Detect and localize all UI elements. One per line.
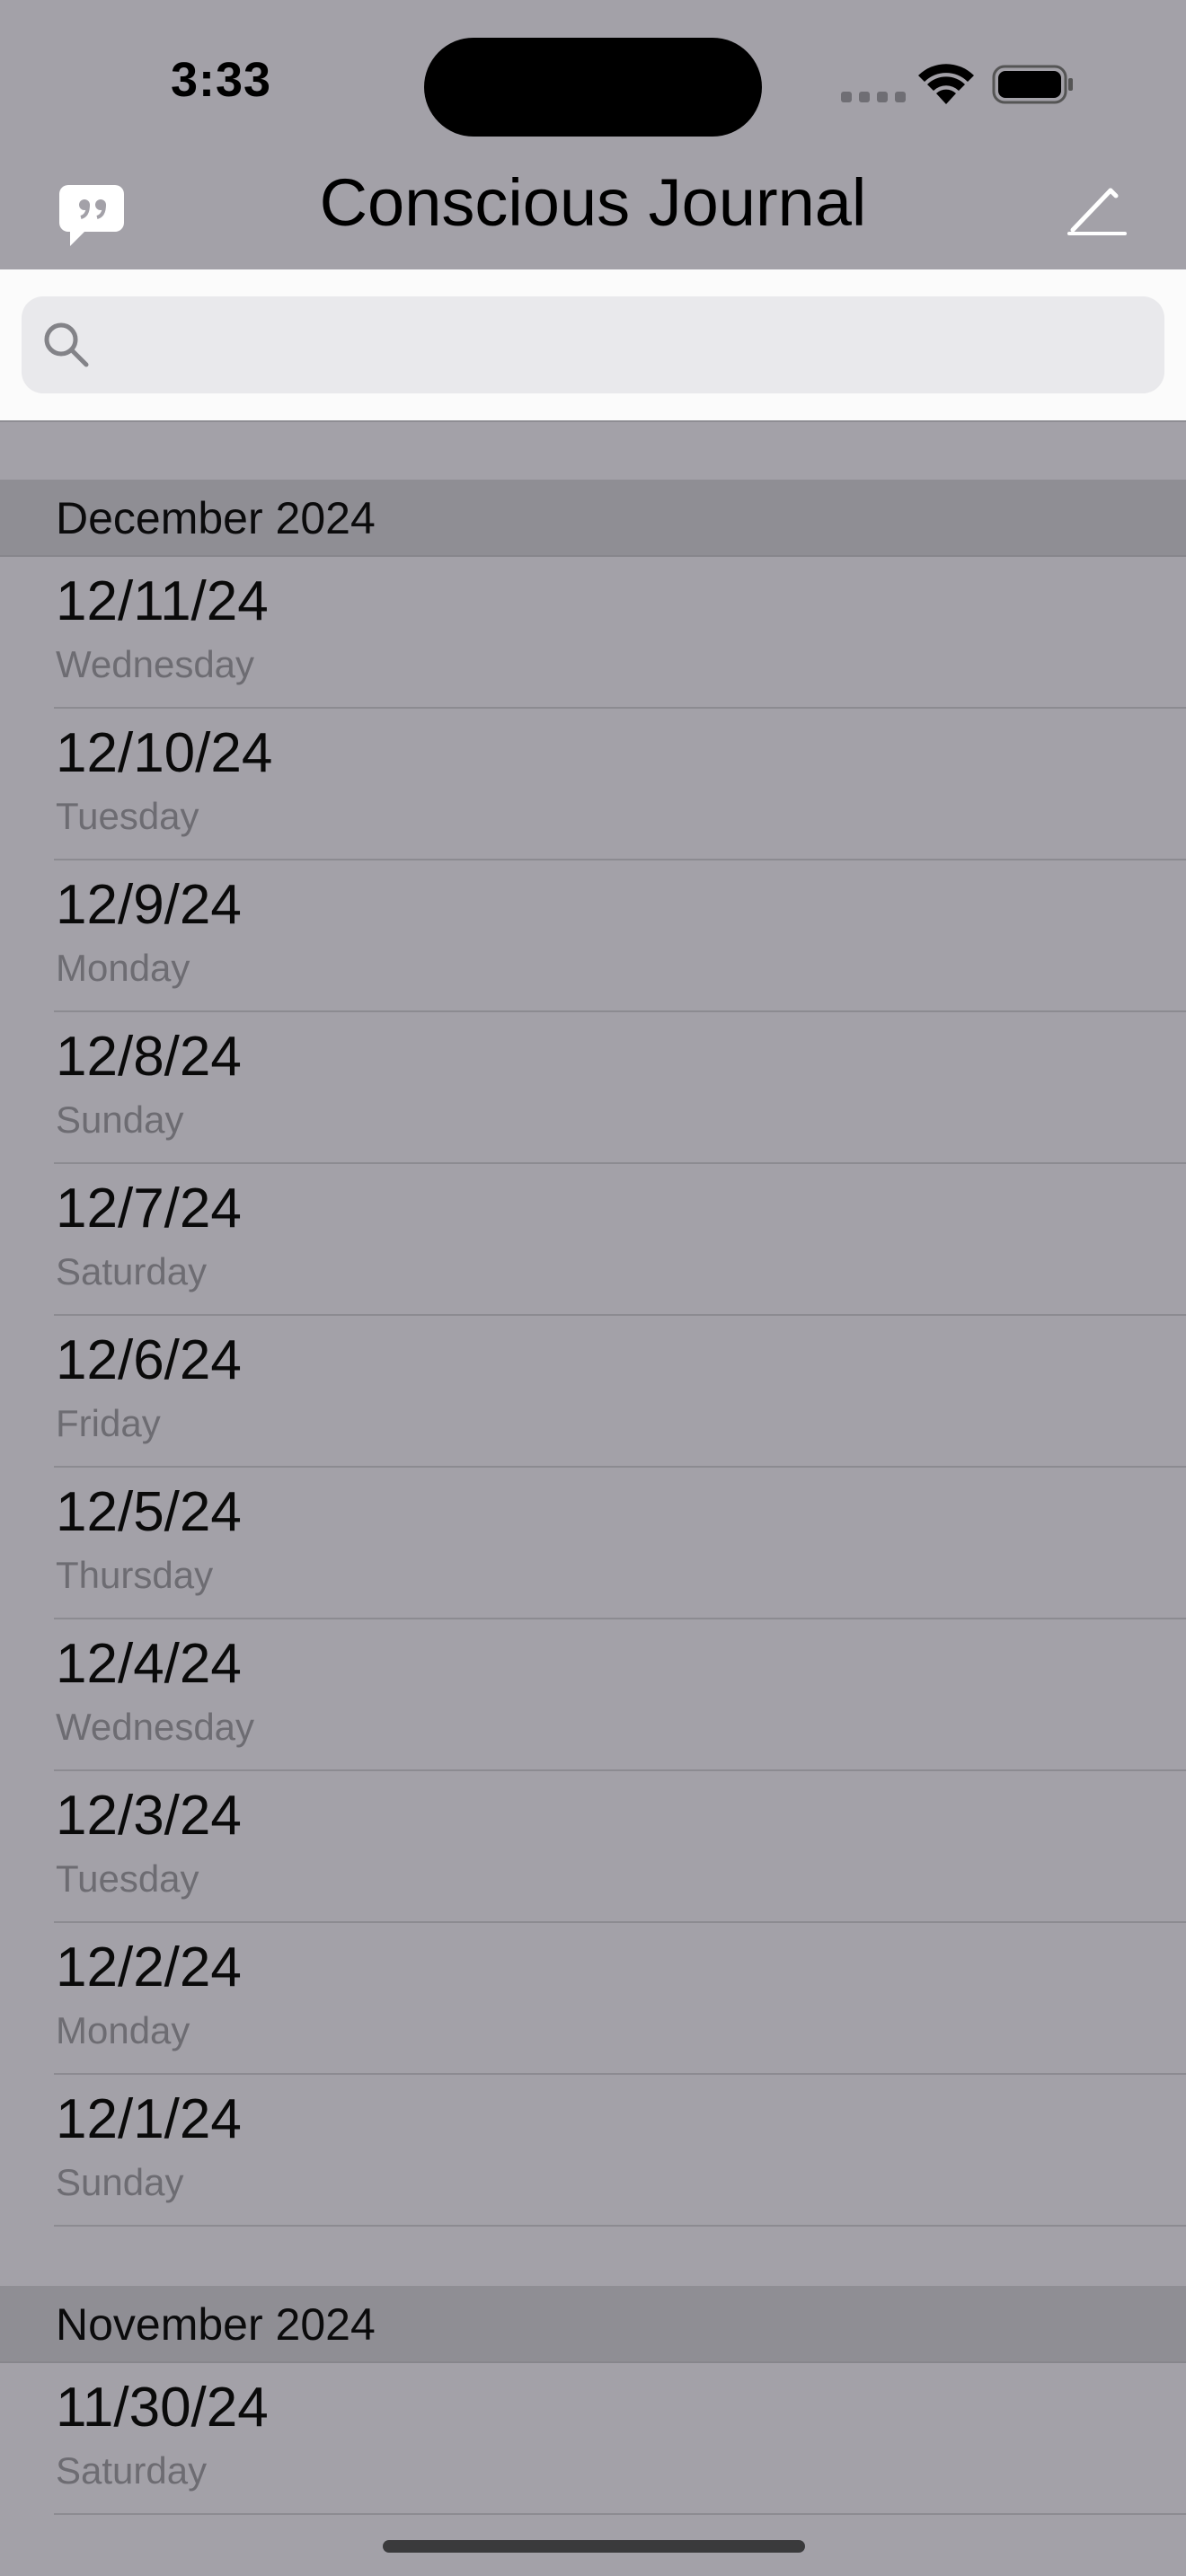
list-item[interactable]: 12/7/24 Saturday	[54, 1164, 1186, 1316]
search-field[interactable]	[22, 296, 1164, 395]
list-item[interactable]: 12/3/24 Tuesday	[54, 1771, 1186, 1923]
entry-day: Saturday	[56, 2449, 208, 2492]
page-title: Conscious Journal	[319, 165, 867, 240]
entry-day: Friday	[56, 1402, 161, 1444]
entry-day: Saturday	[56, 1250, 208, 1292]
status-time: 3:33	[171, 53, 272, 107]
entry-day: Monday	[56, 947, 190, 989]
wifi-icon	[918, 64, 974, 104]
list-item[interactable]: 12/6/24 Friday	[54, 1316, 1186, 1468]
section-title: December 2024	[56, 493, 376, 543]
section-title: November 2024	[56, 2299, 376, 2350]
entry-date: 12/3/24	[56, 1785, 242, 1847]
entry-date: 12/10/24	[56, 722, 273, 784]
entry-date: 11/30/24	[56, 2377, 269, 2439]
dynamic-island	[424, 38, 762, 137]
entry-day: Thursday	[56, 1554, 214, 1596]
entry-day: Sunday	[56, 1098, 184, 1141]
list-item[interactable]: 11/30/24 Saturday	[54, 2363, 1186, 2515]
section-header: November 2024	[0, 2286, 1186, 2363]
list-item[interactable]: 12/2/24 Monday	[54, 1923, 1186, 2075]
battery-icon	[992, 65, 1073, 104]
search-icon	[44, 322, 89, 367]
section-header: December 2024	[0, 480, 1186, 557]
entry-date: 12/7/24	[56, 1178, 242, 1239]
list-item[interactable]: 12/10/24 Tuesday	[54, 709, 1186, 860]
list-item[interactable]: 12/5/24 Thursday	[54, 1468, 1186, 1619]
list-item[interactable]: 12/4/24 Wednesday	[54, 1619, 1186, 1771]
list-item[interactable]: 12/1/24 Sunday	[54, 2075, 1186, 2227]
list-item[interactable]: 12/9/24 Monday	[54, 860, 1186, 1012]
list-item[interactable]: 12/11/24 Wednesday	[54, 557, 1186, 709]
home-indicator[interactable]	[383, 2540, 805, 2553]
entry-day: Tuesday	[56, 1857, 199, 1900]
entry-date: 12/4/24	[56, 1633, 242, 1695]
entry-day: Sunday	[56, 2161, 184, 2203]
entry-date: 12/6/24	[56, 1329, 242, 1391]
cellular-signal-icon	[841, 92, 913, 104]
entry-date: 12/11/24	[56, 570, 269, 632]
entry-date: 12/9/24	[56, 874, 242, 936]
entry-day: Wednesday	[56, 643, 255, 685]
entry-day: Monday	[56, 2009, 190, 2051]
entry-date: 12/5/24	[56, 1481, 242, 1543]
search-panel	[0, 269, 1186, 422]
entry-date: 12/8/24	[56, 1026, 242, 1088]
list-item[interactable]: 12/8/24 Sunday	[54, 1012, 1186, 1164]
entry-day: Wednesday	[56, 1706, 255, 1748]
entry-date: 12/2/24	[56, 1936, 242, 1998]
entry-day: Tuesday	[56, 795, 199, 837]
compose-pencil-icon[interactable]	[1067, 183, 1127, 237]
search-input[interactable]	[108, 296, 1145, 395]
status-bar: 3:33	[0, 0, 1186, 162]
entry-date: 12/1/24	[56, 2088, 242, 2150]
journal-list: December 2024 12/11/24 Wednesday 12/10/24…	[0, 420, 1186, 2515]
